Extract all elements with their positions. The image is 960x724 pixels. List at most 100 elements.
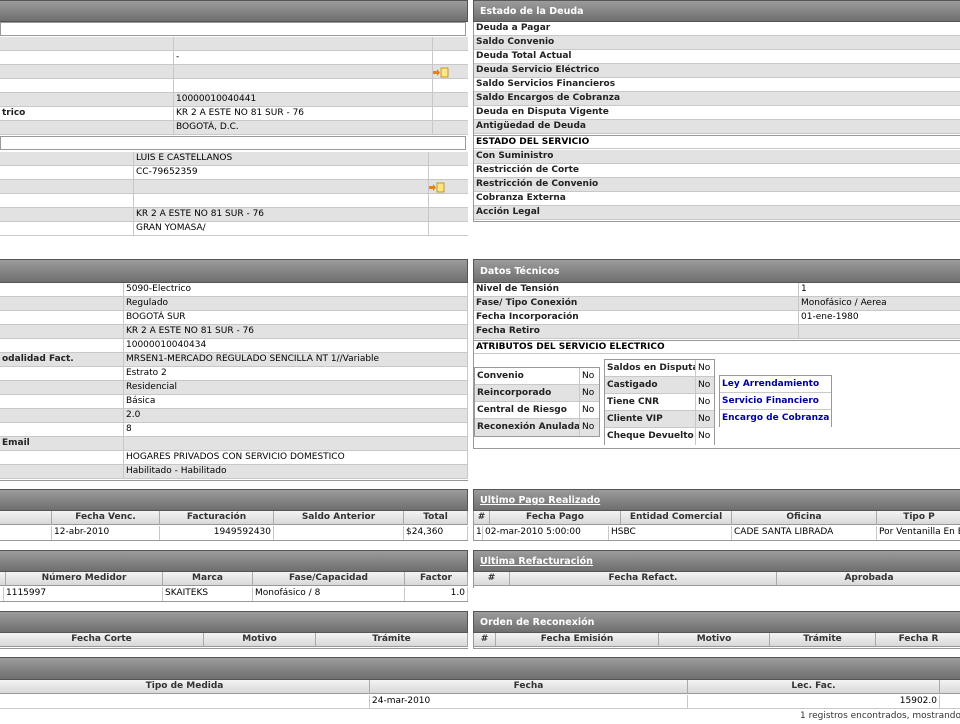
attr-label: Cliente VIP: [605, 411, 696, 427]
service-value: KR 2 A ESTE NO 81 SUR - 76: [124, 325, 468, 338]
service-value: BOGOTÁ SUR: [124, 311, 468, 324]
col-tipo[interactable]: Tipo P: [877, 511, 960, 525]
col-factor[interactable]: Factor: [405, 572, 468, 586]
col-total[interactable]: Total: [404, 511, 468, 525]
col-aprobada[interactable]: Aprobada: [777, 572, 960, 586]
col-number[interactable]: #: [474, 633, 496, 647]
client-value: -: [174, 51, 433, 64]
client-label: [0, 65, 174, 78]
client-label: trico: [0, 107, 174, 120]
service-value: MRSEN1-MERCADO REGULADO SENCILLA NT 1//V…: [124, 353, 468, 366]
col-numero-medidor[interactable]: Número Medidor: [6, 572, 163, 586]
client-row: trico KR 2 A ESTE NO 81 SUR - 76: [0, 107, 468, 121]
payment-panel-header: Ultimo Pago Realizado: [473, 489, 960, 511]
service-status-row: Restricción de Convenio: [474, 178, 960, 192]
col-fase-capacidad[interactable]: Fase/Capacidad: [253, 572, 405, 586]
col-tipo-medida[interactable]: Tipo de Medida: [0, 680, 370, 694]
col-facturacion[interactable]: Facturación: [160, 511, 274, 525]
tech-value: Monofásico / Aerea: [801, 298, 887, 308]
cell: [0, 695, 370, 708]
col-marca[interactable]: Marca: [163, 572, 253, 586]
col-number[interactable]: #: [474, 572, 510, 586]
billing-panel-header: [0, 489, 468, 511]
attr-row: Cliente VIP No: [605, 411, 714, 428]
meter-header-row: Número Medidor Marca Fase/Capacidad Fact…: [0, 572, 468, 586]
col-entidad[interactable]: Entidad Comercial: [621, 511, 732, 525]
col-fecha-venc[interactable]: Fecha Venc.: [52, 511, 160, 525]
link-servicio-financiero[interactable]: Servicio Financiero: [720, 393, 831, 410]
debt-panel-header: Estado de la Deuda: [473, 0, 960, 22]
payment-panel-title[interactable]: Ultimo Pago Realizado: [480, 495, 600, 506]
client-label: [0, 79, 174, 92]
service-row: Habilitado - Habilitado: [0, 465, 468, 479]
billing-table: Fecha Venc. Facturación Saldo Anterior T…: [0, 511, 468, 541]
col-fecha[interactable]: Fecha: [370, 680, 688, 694]
meter-panel-header: [0, 550, 468, 572]
col-motivo[interactable]: Motivo: [204, 633, 316, 647]
col-tramite[interactable]: Trámite: [770, 633, 876, 647]
col-tramite[interactable]: Trámite: [316, 633, 468, 647]
owner-label: [0, 180, 134, 193]
table-row: 1 02-mar-2010 5:00:00 HSBC CADE SANTA LI…: [474, 526, 960, 540]
cell: Monofásico / 8: [253, 587, 405, 601]
col-number[interactable]: #: [474, 511, 490, 525]
col-fecha-pago[interactable]: Fecha Pago: [490, 511, 621, 525]
col-fecha-r[interactable]: Fecha R: [876, 633, 960, 647]
col-oficina[interactable]: Oficina: [732, 511, 877, 525]
rebilling-panel-header: Ultima Refacturación: [473, 550, 960, 572]
debt-row: Deuda a Pagar: [474, 22, 960, 36]
arrow-document-icon[interactable]: [429, 182, 445, 193]
service-label: [0, 381, 124, 394]
owner-row: [0, 194, 468, 208]
client-value: [174, 65, 433, 78]
arrow-document-icon[interactable]: [433, 67, 449, 78]
table-row: 12-abr-2010 1949592430 $24,360: [0, 526, 468, 540]
service-label: [0, 339, 124, 352]
link-ley-arrendamiento[interactable]: Ley Arrendamiento: [720, 376, 831, 393]
technical-panel-title: Datos Técnicos: [480, 266, 560, 277]
reconnection-panel-title: Orden de Reconexión: [480, 617, 595, 628]
service-row: HOGARES PRIVADOS CON SERVICIO DOMESTICO: [0, 451, 468, 465]
owner-row: KR 2 A ESTE NO 81 SUR - 76: [0, 208, 468, 222]
owner-label: [0, 208, 134, 221]
link-encargo-cobranza[interactable]: Encargo de Cobranza: [720, 410, 831, 427]
service-label: [0, 423, 124, 436]
debt-panel-title: Estado de la Deuda: [480, 6, 584, 17]
attr-label: Tiene CNR: [605, 394, 696, 410]
owner-value: [134, 194, 429, 207]
service-label: [0, 465, 124, 478]
cell: Por Ventanilla En E: [879, 527, 960, 537]
payment-table: # Fecha Pago Entidad Comercial Oficina T…: [473, 511, 960, 541]
owner-value: CC-79652359: [134, 166, 429, 179]
client-value: KR 2 A ESTE NO 81 SUR - 76: [174, 107, 433, 120]
col-lec-fac[interactable]: Lec. Fac.: [688, 680, 940, 694]
debt-row: Saldo Encargos de Cobranza: [474, 92, 960, 106]
service-label: [0, 367, 124, 380]
attr-row: Reincorporado No: [475, 385, 599, 402]
billing-header-row: Fecha Venc. Facturación Saldo Anterior T…: [0, 511, 468, 525]
col-blank: [0, 511, 52, 525]
client-row: -: [0, 51, 468, 65]
service-value: 8: [124, 423, 468, 436]
service-row: Estrato 2: [0, 367, 468, 381]
col-saldo-anterior[interactable]: Saldo Anterior: [274, 511, 404, 525]
client-row: [0, 79, 468, 93]
rebilling-panel-title[interactable]: Ultima Refacturación: [480, 556, 593, 567]
tech-value: 01-ene-1980: [801, 312, 859, 322]
service-status-row: Con Suministro: [474, 150, 960, 164]
tech-row: Nivel de Tensión 1: [474, 283, 960, 297]
service-row: Básica: [0, 395, 468, 409]
attr-value: No: [698, 431, 711, 441]
col-fecha-corte[interactable]: Fecha Corte: [0, 633, 204, 647]
owner-row: GRAN YOMASA/: [0, 222, 468, 236]
col-fecha-refact[interactable]: Fecha Refact.: [510, 572, 777, 586]
cell: [0, 526, 52, 540]
col-fecha-emision[interactable]: Fecha Emisión: [496, 633, 659, 647]
service-status-row: Restricción de Corte: [474, 164, 960, 178]
attr-label: Castigado: [605, 377, 696, 393]
attr-value: No: [698, 363, 711, 373]
attr-value: No: [582, 388, 595, 398]
client-value: BOGOTÁ, D.C.: [174, 121, 433, 134]
col-motivo[interactable]: Motivo: [659, 633, 770, 647]
attr-row: Central de Riesgo No: [475, 402, 599, 419]
